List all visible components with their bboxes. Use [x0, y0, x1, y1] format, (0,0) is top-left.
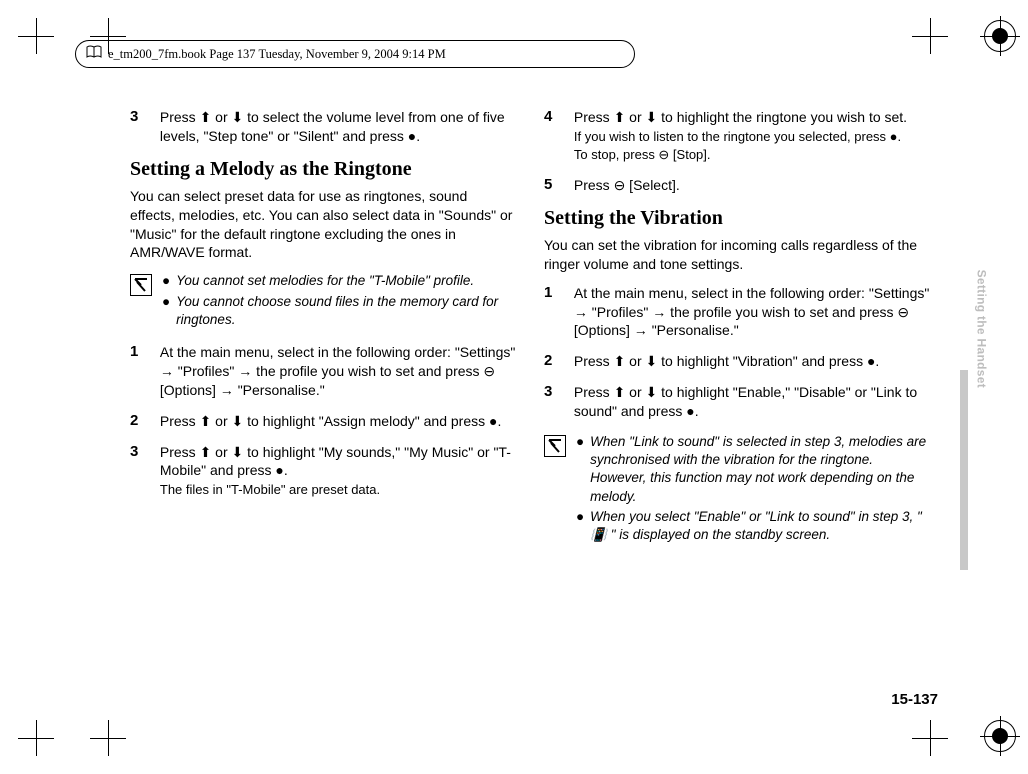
bullet-icon: ●: [576, 508, 584, 544]
note-text: You cannot set melodies for the "T-Mobil…: [176, 272, 474, 290]
note-icon: [544, 435, 566, 457]
note-list: ●When "Link to sound" is selected in ste…: [576, 433, 930, 546]
step-text: At the main menu, select in the followin…: [160, 343, 516, 400]
heading-vibration: Setting the Vibration: [544, 207, 930, 230]
step-text: Press ⊖ [Select].: [574, 176, 930, 195]
step-number: 3: [130, 108, 156, 125]
step-text: Press ⬆ or ⬇ to highlight "Enable," "Dis…: [574, 383, 930, 421]
step-number: 2: [544, 352, 570, 369]
step-number: 4: [544, 108, 570, 125]
step-text-main: Press ⬆ or ⬇ to highlight "My sounds," "…: [160, 444, 511, 479]
crop-mark-icon: [912, 720, 948, 756]
step-subtext: If you wish to listen to the ringtone yo…: [574, 128, 930, 146]
registration-mark-icon: [984, 720, 1016, 752]
step-2-vibration: 2 Press ⬆ or ⬇ to highlight "Vibration" …: [544, 352, 930, 371]
bullet-icon: ●: [162, 272, 170, 290]
step-subtext: The files in "T-Mobile" are preset data.: [160, 481, 516, 499]
section-tab: [960, 370, 968, 570]
page-number: 15-137: [891, 691, 938, 708]
step-1-vibration: 1 At the main menu, select in the follow…: [544, 284, 930, 341]
step-text: Press ⬆ or ⬇ to highlight "Vibration" an…: [574, 352, 930, 371]
step-subtext: To stop, press ⊖ [Stop].: [574, 146, 930, 164]
crop-mark-icon: [18, 720, 54, 756]
step-number: 3: [130, 443, 156, 460]
step-4-ringtone: 4 Press ⬆ or ⬇ to highlight the ringtone…: [544, 108, 930, 164]
crop-mark-icon: [18, 18, 54, 54]
step-2-melody: 2 Press ⬆ or ⬇ to highlight "Assign melo…: [130, 412, 516, 431]
page-body: 3 Press ⬆ or ⬇ to select the volume leve…: [130, 108, 930, 558]
crop-mark-icon: [90, 720, 126, 756]
step-text: Press ⬆ or ⬇ to highlight the ringtone y…: [574, 108, 930, 164]
note-text: You cannot choose sound files in the mem…: [176, 293, 516, 329]
note-list: ● You cannot set melodies for the "T-Mobi…: [162, 272, 516, 331]
step-text: Press ⬆ or ⬇ to highlight "My sounds," "…: [160, 443, 516, 499]
note-text: When "Link to sound" is selected in step…: [590, 433, 930, 506]
book-icon: [86, 45, 102, 63]
step-5-ringtone: 5 Press ⊖ [Select].: [544, 176, 930, 195]
crop-mark-icon: [912, 18, 948, 54]
note-box: ●When "Link to sound" is selected in ste…: [544, 433, 930, 546]
column-left: 3 Press ⬆ or ⬇ to select the volume leve…: [130, 108, 516, 558]
print-header-text: e_tm200_7fm.book Page 137 Tuesday, Novem…: [108, 47, 446, 62]
step-text: Press ⬆ or ⬇ to highlight "Assign melody…: [160, 412, 516, 431]
step-3-vibration: 3 Press ⬆ or ⬇ to highlight "Enable," "D…: [544, 383, 930, 421]
column-right: 4 Press ⬆ or ⬇ to highlight the ringtone…: [544, 108, 930, 558]
step-3-melody: 3 Press ⬆ or ⬇ to highlight "My sounds,"…: [130, 443, 516, 499]
step-number: 5: [544, 176, 570, 193]
note-box: ● You cannot set melodies for the "T-Mobi…: [130, 272, 516, 331]
step-text: Press ⬆ or ⬇ to select the volume level …: [160, 108, 516, 146]
step-text: At the main menu, select in the followin…: [574, 284, 930, 341]
intro-vibration: You can set the vibration for incoming c…: [544, 236, 930, 274]
bullet-icon: ●: [576, 433, 584, 506]
step-3-volume: 3 Press ⬆ or ⬇ to select the volume leve…: [130, 108, 516, 146]
bullet-icon: ●: [162, 293, 170, 329]
note-text: When you select "Enable" or "Link to sou…: [590, 508, 930, 544]
step-number: 1: [130, 343, 156, 360]
intro-melody: You can select preset data for use as ri…: [130, 187, 516, 263]
registration-mark-icon: [984, 20, 1016, 52]
step-1-melody: 1 At the main menu, select in the follow…: [130, 343, 516, 400]
section-label: Setting the Handset: [974, 270, 988, 388]
print-header: e_tm200_7fm.book Page 137 Tuesday, Novem…: [75, 40, 635, 68]
heading-melody: Setting a Melody as the Ringtone: [130, 158, 516, 181]
step-number: 2: [130, 412, 156, 429]
note-icon: [130, 274, 152, 296]
step-number: 3: [544, 383, 570, 400]
step-text-main: Press ⬆ or ⬇ to highlight the ringtone y…: [574, 109, 907, 125]
step-number: 1: [544, 284, 570, 301]
